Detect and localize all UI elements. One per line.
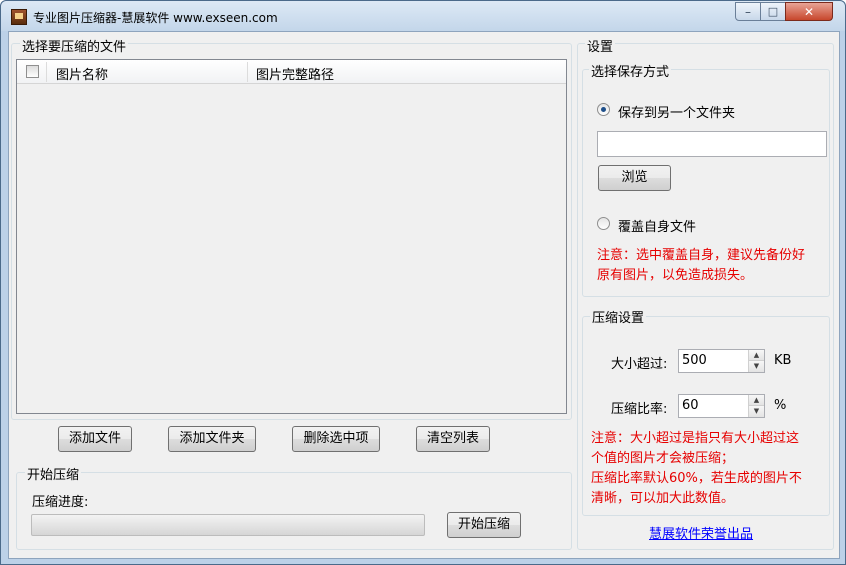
add-file-button[interactable]: 添加文件	[58, 426, 132, 452]
size-threshold-label: 大小超过:	[611, 357, 668, 372]
start-compress-button[interactable]: 开始压缩	[447, 512, 521, 538]
ratio-value[interactable]: 60	[682, 398, 699, 413]
ratio-label: 压缩比率:	[611, 402, 668, 417]
close-button[interactable]: ✕	[785, 2, 833, 21]
column-separator	[46, 62, 47, 82]
ratio-stepper-arrows: ▲ ▼	[748, 395, 764, 417]
delete-selected-button[interactable]: 删除选中项	[292, 426, 380, 452]
add-folder-button[interactable]: 添加文件夹	[168, 426, 256, 452]
minimize-button[interactable]: –	[735, 2, 761, 21]
overwrite-label[interactable]: 覆盖自身文件	[618, 216, 696, 235]
title-bar[interactable]: 专业图片压缩器-慧展软件 www.exseen.com – □ ✕	[1, 1, 845, 31]
size-stepper-arrows: ▲ ▼	[748, 350, 764, 372]
compress-progress-bar	[31, 514, 425, 536]
chevron-down-icon[interactable]: ▼	[749, 406, 764, 417]
client-area: 选择要压缩的文件 图片名称 图片完整路径 添加文件 添加文件夹 删除选中项 清空…	[8, 31, 840, 559]
size-threshold-stepper[interactable]: 500 ▲ ▼	[678, 349, 765, 373]
clear-list-button[interactable]: 清空列表	[416, 426, 490, 452]
window-title: 专业图片压缩器-慧展软件 www.exseen.com	[33, 11, 278, 25]
chevron-down-icon[interactable]: ▼	[749, 361, 764, 372]
compress-note-line4: 清晰，可以加大此数值。	[591, 491, 735, 506]
compress-settings-group-title: 压缩设置	[590, 307, 647, 326]
chevron-up-icon[interactable]: ▲	[749, 350, 764, 361]
compress-group	[16, 472, 572, 550]
compress-note-line1: 注意：大小超过是指只有大小超过这	[591, 431, 800, 446]
output-folder-input[interactable]	[597, 131, 827, 157]
column-separator	[247, 62, 248, 82]
save-to-folder-label[interactable]: 保存到另一个文件夹	[618, 102, 735, 121]
browse-button[interactable]: 浏览	[598, 165, 671, 191]
app-icon	[11, 9, 27, 25]
settings-group-title: 设置	[585, 36, 616, 55]
size-threshold-value[interactable]: 500	[682, 353, 707, 368]
overwrite-radio[interactable]	[597, 217, 610, 230]
compress-note-line2: 个值的图片才会被压缩；	[591, 451, 735, 466]
files-group-title: 选择要压缩的文件	[20, 36, 129, 55]
app-window: 专业图片压缩器-慧展软件 www.exseen.com – □ ✕ 选择要压缩的…	[0, 0, 846, 565]
save-note-line1: 注意：选中覆盖自身，建议先备份好	[597, 248, 806, 263]
chevron-up-icon[interactable]: ▲	[749, 395, 764, 406]
save-mode-group-title: 选择保存方式	[589, 61, 672, 80]
file-list[interactable]: 图片名称 图片完整路径	[16, 59, 567, 414]
compress-group-title: 开始压缩	[25, 464, 82, 483]
column-header-name[interactable]: 图片名称	[56, 64, 108, 83]
progress-label: 压缩进度:	[32, 495, 89, 510]
save-to-folder-radio[interactable]	[597, 103, 610, 116]
ratio-stepper[interactable]: 60 ▲ ▼	[678, 394, 765, 418]
ratio-unit: %	[774, 398, 787, 413]
maximize-icon: □	[767, 5, 779, 18]
file-list-header: 图片名称 图片完整路径	[17, 60, 566, 84]
size-unit: KB	[774, 353, 792, 368]
minimize-icon: –	[745, 5, 751, 19]
column-header-path[interactable]: 图片完整路径	[256, 64, 334, 83]
compress-note-line3: 压缩比率默认60%，若生成的图片不	[591, 471, 802, 486]
credit-link[interactable]: 慧展软件荣誉出品	[649, 523, 753, 542]
close-icon: ✕	[803, 5, 815, 19]
maximize-button[interactable]: □	[760, 2, 786, 21]
select-all-checkbox[interactable]	[26, 65, 39, 78]
save-note-line2: 原有图片，以免造成损失。	[597, 268, 754, 283]
